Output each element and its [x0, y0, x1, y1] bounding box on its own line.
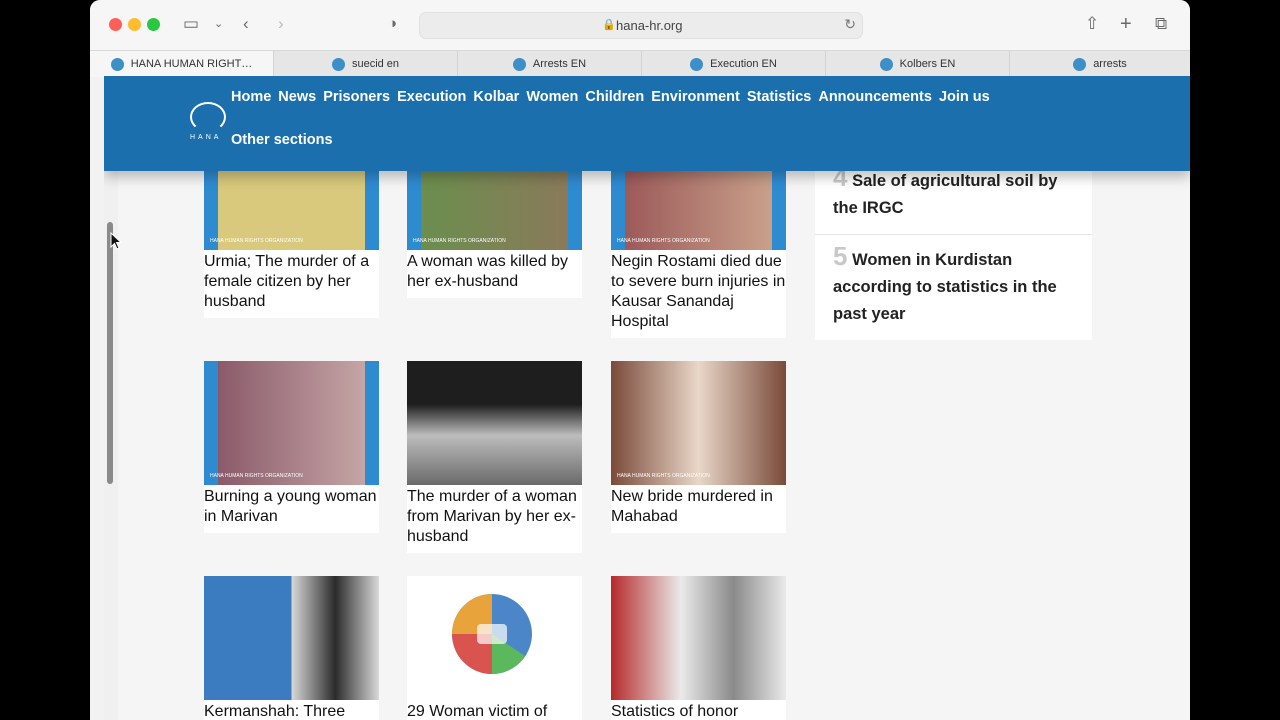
nav-children[interactable]: Children	[585, 89, 644, 105]
article-title[interactable]: Burning a young woman in Marivan	[204, 485, 379, 533]
main-menu: Home News Prisoners Execution Kolbar Wom…	[231, 89, 990, 105]
hana-logo-icon	[190, 102, 226, 132]
most-read-list: 4 Sale of agricultural soil by the IRGC …	[815, 156, 1092, 340]
browser-toolbar: ▭ ⌄ ‹ › ◑ 🔒 hana-hr.org ↻ ⇧ + ⧉	[90, 0, 1190, 50]
article-card[interactable]: 29 Woman victim of	[407, 576, 582, 720]
hana-logo[interactable]: HANA	[190, 102, 228, 142]
thumbnail-watermark: HANA HUMAN RIGHTS ORGANIZATION	[210, 238, 303, 244]
tab-label: Arrests EN	[532, 58, 587, 70]
site-navbar: HANA Home News Prisoners Execution Kolba…	[104, 76, 1190, 171]
tab-hana[interactable]: HANA HUMAN RIGHT…	[90, 51, 273, 77]
article-thumbnail[interactable]	[407, 576, 582, 700]
nav-environment[interactable]: Environment	[651, 89, 740, 105]
share-icon[interactable]: ⇧	[1085, 12, 1099, 36]
hana-favicon-icon	[110, 57, 124, 71]
tab-suecid[interactable]: suecid en	[273, 51, 457, 77]
nav-home[interactable]: Home	[231, 89, 271, 105]
thumbnail-watermark: HANA HUMAN RIGHTS ORGANIZATION	[210, 473, 303, 479]
mouse-cursor-icon	[110, 232, 122, 250]
tab-label: Kolbers EN	[899, 58, 956, 70]
nav-kolbar[interactable]: Kolbar	[473, 89, 519, 105]
browser-window: ▭ ⌄ ‹ › ◑ 🔒 hana-hr.org ↻ ⇧ + ⧉ HANA HUM…	[90, 0, 1190, 720]
thumbnail-watermark: HANA HUMAN RIGHTS ORGANIZATION	[617, 473, 710, 479]
article-card[interactable]: Kermanshah: Three	[204, 576, 379, 720]
most-read-title[interactable]: Women in Kurdistan according to statisti…	[833, 251, 1057, 323]
article-title[interactable]: Negin Rostami died due to severe burn in…	[611, 250, 786, 338]
nav-statistics[interactable]: Statistics	[747, 89, 811, 105]
article-title[interactable]: Kermanshah: Three	[204, 700, 379, 720]
close-window-button[interactable]	[109, 18, 122, 31]
page-content: HANA Home News Prisoners Execution Kolba…	[104, 76, 1190, 720]
tab-arrests[interactable]: arrests	[1009, 51, 1190, 77]
scrollbar-track[interactable]	[104, 76, 118, 720]
tab-overview-icon[interactable]: ⧉	[1155, 12, 1167, 36]
article-card[interactable]: Statistics of honor	[611, 576, 786, 720]
chevron-down-icon[interactable]: ⌄	[214, 12, 223, 36]
tab-label: suecid en	[351, 58, 400, 70]
tab-label: Execution EN	[710, 58, 777, 70]
nav-other-sections[interactable]: Other sections	[231, 132, 333, 148]
tab-bar: HANA HUMAN RIGHT… suecid en Arrests EN E…	[90, 50, 1190, 77]
zoom-window-button[interactable]	[147, 18, 160, 31]
tab-label: HANA HUMAN RIGHT…	[130, 58, 253, 70]
nav-execution[interactable]: Execution	[397, 89, 466, 105]
new-tab-icon[interactable]: +	[1120, 12, 1132, 36]
rank-number: 5	[833, 241, 848, 271]
hana-favicon-icon	[1073, 57, 1087, 71]
article-title[interactable]: Urmia; The murder of a female citizen by…	[204, 250, 379, 318]
most-read-item[interactable]: 5 Women in Kurdistan according to statis…	[815, 235, 1092, 340]
sidebar-icon[interactable]: ▭	[183, 12, 199, 36]
pie-chart-thumbnail	[452, 594, 532, 674]
article-card[interactable]: The murder of a woman from Marivan by he…	[407, 361, 582, 553]
scrollbar-thumb[interactable]	[107, 222, 113, 484]
minimize-window-button[interactable]	[128, 18, 141, 31]
most-read-title[interactable]: Sale of agricultural soil by the IRGC	[833, 172, 1057, 217]
hana-favicon-icon	[512, 57, 526, 71]
article-thumbnail[interactable]	[407, 361, 582, 485]
thumbnail-watermark: HANA HUMAN RIGHTS ORGANIZATION	[617, 238, 710, 244]
forward-icon[interactable]: ›	[278, 12, 284, 36]
hana-favicon-icon	[331, 57, 345, 71]
address-bar[interactable]: 🔒 hana-hr.org ↻	[419, 12, 863, 39]
article-card[interactable]: HANA HUMAN RIGHTS ORGANIZATION New bride…	[611, 361, 786, 533]
article-thumbnail[interactable]	[204, 576, 379, 700]
nav-join-us[interactable]: Join us	[939, 89, 990, 105]
article-thumbnail[interactable]: HANA HUMAN RIGHTS ORGANIZATION	[204, 361, 379, 485]
nav-news[interactable]: News	[278, 89, 316, 105]
nav-prisoners[interactable]: Prisoners	[323, 89, 390, 105]
tab-label: arrests	[1093, 58, 1127, 70]
article-title[interactable]: The murder of a woman from Marivan by he…	[407, 485, 582, 553]
back-icon[interactable]: ‹	[243, 12, 249, 36]
privacy-shield-icon[interactable]: ◑	[388, 12, 397, 36]
tab-arrests-en[interactable]: Arrests EN	[457, 51, 641, 77]
url-text: hana-hr.org	[616, 18, 683, 33]
article-thumbnail[interactable]: HANA HUMAN RIGHTS ORGANIZATION	[611, 361, 786, 485]
lock-icon: 🔒	[602, 19, 616, 31]
tab-execution-en[interactable]: Execution EN	[641, 51, 825, 77]
logo-text: HANA	[190, 134, 222, 141]
article-title[interactable]: A woman was killed by her ex-husband	[407, 250, 582, 298]
article-title[interactable]: Statistics of honor	[611, 700, 786, 720]
hana-favicon-icon	[690, 57, 704, 71]
reload-icon[interactable]: ↻	[844, 16, 856, 33]
nav-announcements[interactable]: Announcements	[818, 89, 932, 105]
thumbnail-watermark: HANA HUMAN RIGHTS ORGANIZATION	[413, 238, 506, 244]
tab-kolbers-en[interactable]: Kolbers EN	[825, 51, 1009, 77]
article-title[interactable]: New bride murdered in Mahabad	[611, 485, 786, 533]
article-card[interactable]: HANA HUMAN RIGHTS ORGANIZATION Burning a…	[204, 361, 379, 533]
article-thumbnail[interactable]	[611, 576, 786, 700]
article-title[interactable]: 29 Woman victim of	[407, 700, 582, 720]
hana-favicon-icon	[879, 57, 893, 71]
nav-women[interactable]: Women	[526, 89, 578, 105]
